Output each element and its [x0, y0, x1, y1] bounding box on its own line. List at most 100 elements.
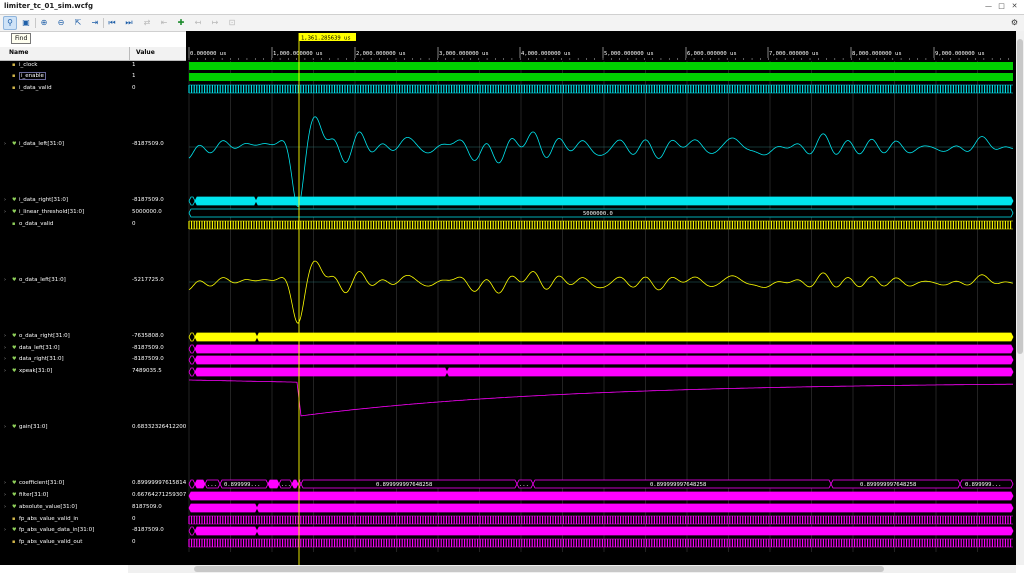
expand-chevron-icon[interactable]: ›: [4, 209, 6, 215]
expand-chevron-icon[interactable]: ›: [4, 345, 6, 351]
name-column-header[interactable]: Name: [9, 49, 28, 56]
gear-icon[interactable]: ⚙: [1011, 18, 1018, 27]
expand-chevron-icon[interactable]: ›: [4, 333, 6, 339]
restore-icon[interactable]: □: [996, 1, 1007, 12]
bus-segment: [297, 479, 302, 489]
bit-icon: ▪: [12, 62, 16, 68]
go-to-start-icon[interactable]: ⏮: [106, 17, 118, 29]
signal-value: 8187509.0: [132, 504, 162, 510]
signal-row[interactable]: › ♥ i_data_left[31:0] -8187509.0: [0, 140, 186, 150]
find-icon[interactable]: ⚲: [3, 16, 17, 30]
bus-icon: ♥: [12, 527, 17, 533]
bus-value-label: 0.899999997648258: [376, 482, 432, 488]
signal-row[interactable]: ▪ i_data_valid 0: [0, 84, 186, 94]
bus-segment: [194, 367, 448, 377]
signal-name: o_data_valid: [19, 221, 54, 227]
expand-chevron-icon[interactable]: ›: [4, 424, 6, 430]
goto-cursor-icon[interactable]: ⇥: [89, 17, 101, 29]
signal-row[interactable]: › ♥ xpeak[31:0] 7489035.5: [0, 367, 186, 377]
vertical-scroll-thumb[interactable]: [1017, 39, 1023, 354]
bus-segment: [446, 367, 1014, 377]
next-marker-icon[interactable]: ↦: [209, 17, 221, 29]
bus-segment: [194, 526, 258, 536]
signal-row[interactable]: › ♥ gain[31:0] 0.683323264122009: [0, 423, 186, 433]
expand-chevron-icon[interactable]: ›: [4, 492, 6, 498]
bus-segment: [194, 332, 258, 342]
signal-value: 7489035.5: [132, 368, 162, 374]
bus-segment: [188, 355, 196, 365]
bus-segment: [291, 479, 299, 489]
signal-row[interactable]: › ♥ o_data_right[31:0] -7635808.0: [0, 332, 186, 342]
signal-row[interactable]: › ♥ filter[31:0] 0.667642712593079: [0, 491, 186, 501]
signal-name: xpeak[31:0]: [19, 368, 53, 374]
wave-horizontal-scrollbar[interactable]: [186, 565, 1016, 573]
signal-value: 0: [132, 539, 136, 545]
waveform-panel[interactable]: 0.000000 us 1,000.000000 us 2,000.000000 u…: [186, 31, 1018, 565]
bus-segment: [267, 479, 280, 489]
go-to-end-icon[interactable]: ⏭: [123, 17, 135, 29]
window-title: limiter_tc_01_sim.wcfg: [4, 2, 93, 10]
bus-value-label: 5000000.0: [583, 211, 613, 217]
window-controls: — □ ✕: [983, 1, 1020, 12]
signal-value: 0.899999976158142: [132, 480, 186, 486]
previous-transition-icon[interactable]: ⇤: [158, 17, 170, 29]
save-icon[interactable]: ▣: [20, 17, 32, 29]
signal-row[interactable]: › ♥ fp_abs_value_data_in[31:0] -8187509.0: [0, 526, 186, 536]
expand-chevron-icon[interactable]: ›: [4, 197, 6, 203]
bus-icon: ♥: [12, 345, 17, 351]
vertical-scrollbar[interactable]: [1016, 31, 1024, 565]
signal-name: coefficient[31:0]: [19, 480, 65, 486]
bit-icon: ▪: [12, 516, 16, 522]
zoom-fit-icon[interactable]: ⇱: [72, 17, 84, 29]
signal-row[interactable]: ▪ o_data_valid 0: [0, 220, 186, 230]
signal-value: 1: [132, 62, 136, 68]
bus-icon: ♥: [12, 480, 17, 486]
signal-row[interactable]: › ♥ data_right[31:0] -8187509.0: [0, 355, 186, 365]
bus-value-label: ...: [207, 482, 217, 488]
swap-cursors-icon[interactable]: ⇄: [141, 17, 153, 29]
signal-row[interactable]: ▪ fp_abs_value_valid_out 0: [0, 538, 186, 548]
expand-chevron-icon[interactable]: ›: [4, 504, 6, 510]
clock-waveform: [189, 62, 1013, 70]
bus-icon: ♥: [12, 368, 17, 374]
signal-row[interactable]: › ♥ absolute_value[31:0] 8187509.0: [0, 503, 186, 513]
toggle-waveform: [188, 221, 1012, 229]
signal-row[interactable]: › ♥ i_data_right[31:0] -8187509.0: [0, 196, 186, 206]
signal-row[interactable]: › ♥ o_data_left[31:0] -5217725.0: [0, 276, 186, 286]
signal-row[interactable]: › ♥ i_linear_threshold[31:0] 5000000.0: [0, 208, 186, 218]
snap-icon[interactable]: ⊡: [226, 17, 238, 29]
expand-chevron-icon[interactable]: ›: [4, 480, 6, 486]
signal-row[interactable]: ▪ i_enable 1: [0, 72, 186, 82]
expand-chevron-icon[interactable]: ›: [4, 368, 6, 374]
bus-segment: [255, 196, 1014, 206]
add-marker-icon[interactable]: ✚: [175, 17, 187, 29]
signal-row[interactable]: › ♥ data_left[31:0] -8187509.0: [0, 344, 186, 354]
bus-icon: ♥: [12, 356, 17, 362]
bus-segment: [194, 479, 206, 489]
expand-chevron-icon[interactable]: ›: [4, 141, 6, 147]
bus-segment: [188, 332, 196, 342]
zoom-out-icon[interactable]: ⊖: [55, 17, 67, 29]
bus-value-label: 0.899999997648258: [650, 482, 706, 488]
expand-chevron-icon[interactable]: ›: [4, 277, 6, 283]
value-horizontal-scrollbar[interactable]: [128, 565, 186, 573]
signal-name: filter[31:0]: [19, 492, 49, 498]
zoom-in-icon[interactable]: ⊕: [38, 17, 50, 29]
waveform-canvas[interactable]: 0.000000 us 1,000.000000 us 2,000.000000 u…: [186, 31, 1018, 565]
horizontal-scroll-thumb[interactable]: [194, 566, 884, 572]
column-splitter[interactable]: [129, 47, 130, 60]
bus-segment: [256, 503, 1014, 513]
bus-segment: [188, 367, 196, 377]
close-icon[interactable]: ✕: [1009, 1, 1020, 12]
signal-row[interactable]: ▪ fp_abs_value_valid_in 0: [0, 515, 186, 525]
signal-value: -8187509.0: [132, 197, 164, 203]
toolbar-separator: [103, 18, 104, 28]
signal-value: 5000000.0: [132, 209, 162, 215]
value-column-header[interactable]: Value: [136, 49, 155, 56]
signal-row[interactable]: ▪ i_clock 1: [0, 61, 186, 71]
minimize-icon[interactable]: —: [983, 1, 994, 12]
expand-chevron-icon[interactable]: ›: [4, 527, 6, 533]
expand-chevron-icon[interactable]: ›: [4, 356, 6, 362]
previous-marker-icon[interactable]: ↤: [192, 17, 204, 29]
signal-row[interactable]: › ♥ coefficient[31:0] 0.899999976158142: [0, 479, 186, 489]
